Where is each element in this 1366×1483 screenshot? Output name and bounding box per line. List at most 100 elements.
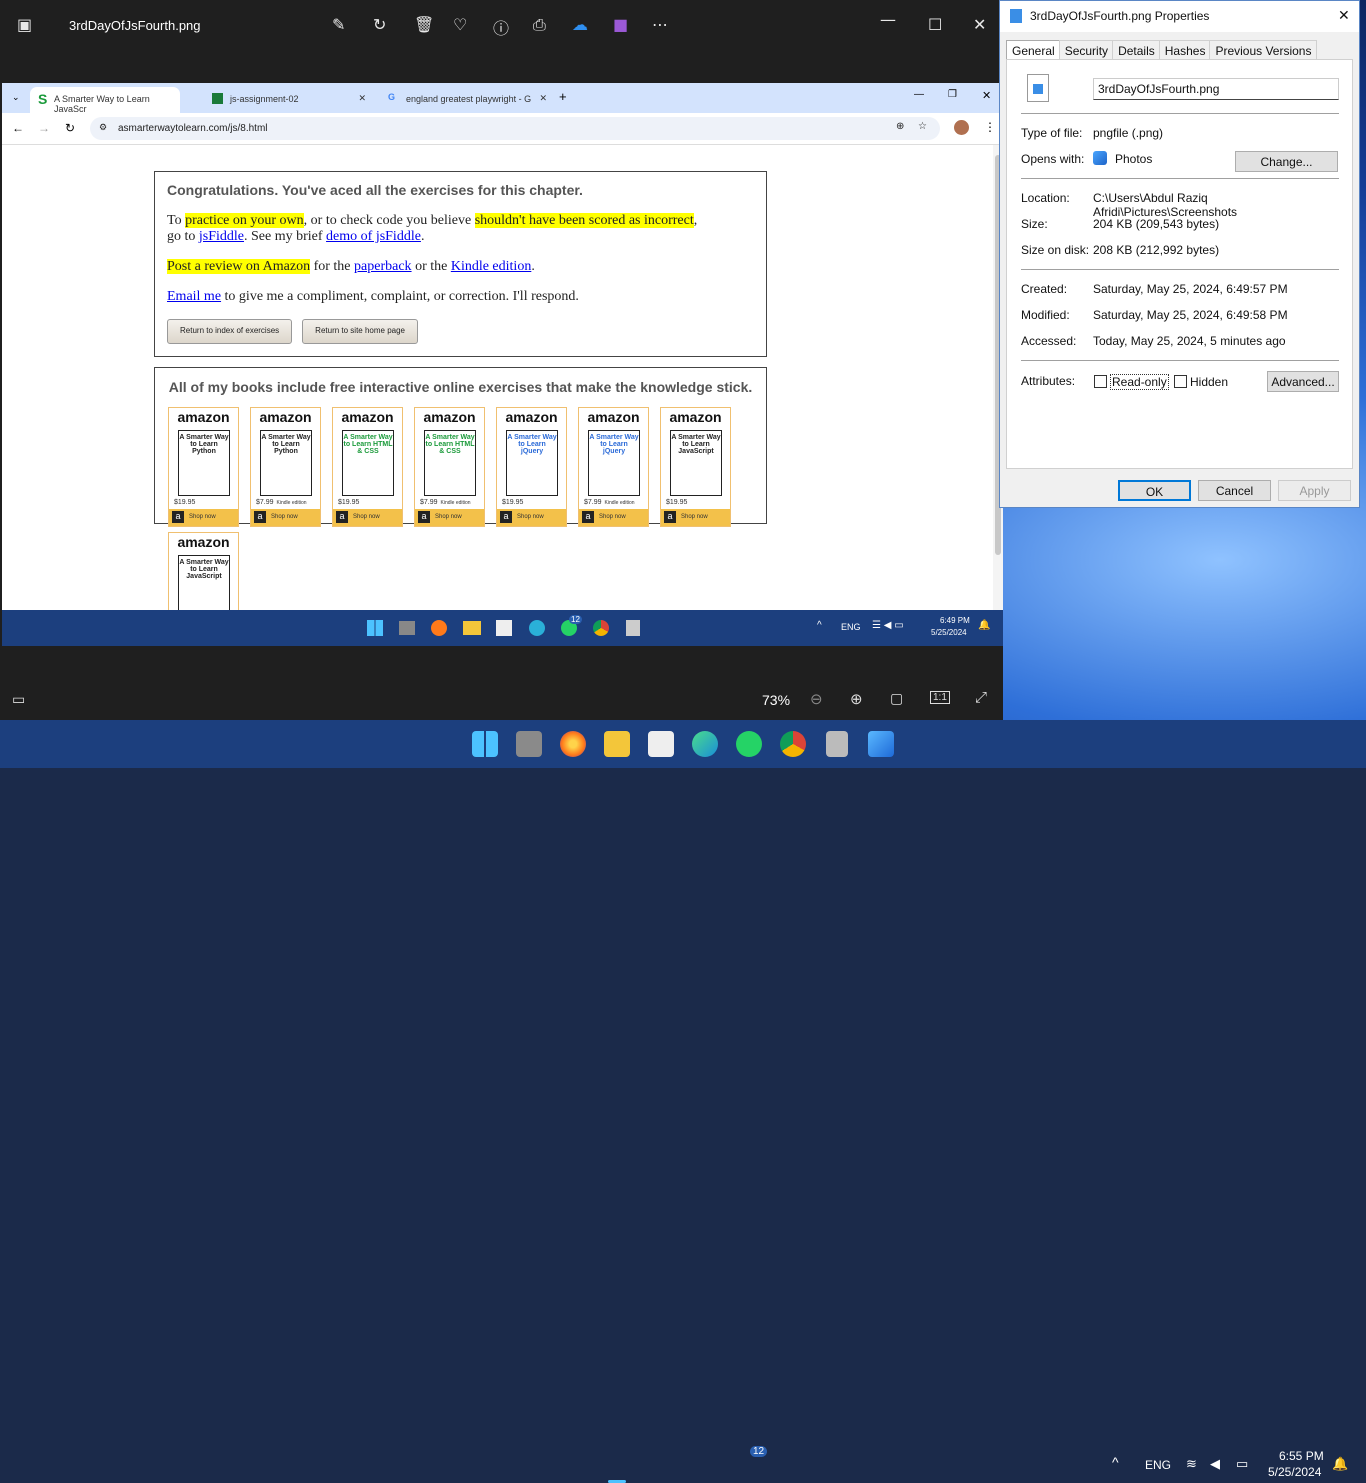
battery-icon[interactable]: ▭: [1236, 1456, 1248, 1472]
close-icon[interactable]: ✕: [973, 15, 986, 34]
calendar-icon[interactable]: [648, 731, 674, 757]
jsfiddle-link[interactable]: jsFiddle: [199, 229, 244, 244]
browser-menu-icon[interactable]: ⋮: [984, 120, 996, 134]
zoom-out-icon[interactable]: ⊖: [810, 690, 823, 708]
hidden-checkbox[interactable]: [1174, 375, 1187, 388]
email-me-link[interactable]: Email me: [167, 289, 221, 304]
tab-close-icon[interactable]: ✕: [539, 93, 547, 104]
text: or the: [411, 259, 451, 274]
kindle-edition-link[interactable]: Kindle edition: [451, 259, 532, 274]
rotate-icon[interactable]: ↻: [373, 15, 386, 34]
book-card[interactable]: amazon A Smarter Way to Learn jQuery $19.9…: [496, 407, 567, 527]
shop-now-button[interactable]: Shop now: [251, 509, 320, 526]
whatsapp-icon[interactable]: [736, 731, 762, 757]
bookmark-star-icon[interactable]: ☆: [918, 121, 927, 132]
info-icon[interactable]: ⓘ: [493, 15, 509, 39]
gallery-icon[interactable]: ▣: [17, 15, 32, 34]
book-card[interactable]: amazon A Smarter Way to Learn HTML & CSS $…: [332, 407, 403, 527]
review-paragraph: Post a review on Amazon for the paperbac…: [167, 259, 754, 275]
tab-hashes[interactable]: Hashes: [1158, 40, 1212, 60]
browser-close-icon[interactable]: ✕: [982, 89, 991, 102]
tray-chevron-icon[interactable]: ^: [1112, 1454, 1119, 1470]
browser-minimize-icon[interactable]: —: [914, 89, 924, 100]
type-label: Type of file:: [1021, 126, 1083, 140]
tab-security[interactable]: Security: [1058, 40, 1115, 60]
book-card[interactable]: amazon A Smarter Way to Learn Python $7.99…: [250, 407, 321, 527]
book-card[interactable]: amazon A Smarter Way to Learn JavaScript: [168, 532, 239, 621]
notification-bell-icon[interactable]: 🔔: [1332, 1456, 1348, 1472]
browser-restore-icon[interactable]: ❐: [948, 89, 957, 100]
forward-icon[interactable]: →: [38, 121, 50, 135]
tab-details[interactable]: Details: [1112, 40, 1161, 60]
delete-icon[interactable]: 🗑: [414, 15, 434, 34]
shop-now-button[interactable]: Shop now: [661, 509, 730, 526]
more-options-icon[interactable]: ⋯: [652, 15, 668, 34]
return-home-button[interactable]: Return to site home page: [302, 319, 419, 344]
filename-field[interactable]: 3rdDayOfJsFourth.png: [1093, 78, 1339, 100]
advanced-button[interactable]: Advanced...: [1267, 371, 1339, 392]
tab-smarter-way[interactable]: S A Smarter Way to Learn JavaScr: [30, 87, 180, 114]
onedrive-icon[interactable]: ☁: [572, 15, 588, 34]
filmstrip-icon[interactable]: ▭: [12, 691, 25, 708]
shop-now-button[interactable]: Shop now: [333, 509, 402, 526]
book-card[interactable]: amazon A Smarter Way to Learn Python $19.9…: [168, 407, 239, 527]
volume-icon[interactable]: ◀: [1210, 1456, 1220, 1472]
edge-icon[interactable]: [692, 731, 718, 757]
clock-date[interactable]: 5/25/2024: [1268, 1465, 1321, 1479]
fullscreen-icon[interactable]: ⤢: [975, 689, 987, 706]
chrome-icon[interactable]: [780, 731, 806, 757]
tab-search-icon[interactable]: ⌄: [12, 92, 20, 103]
clock-time[interactable]: 6:55 PM: [1279, 1449, 1324, 1463]
type-value: pngfile (.png): [1093, 126, 1164, 140]
change-button[interactable]: Change...: [1235, 151, 1338, 172]
book-card[interactable]: amazon A Smarter Way to Learn JavaScript $…: [660, 407, 731, 527]
url-field[interactable]: ⚙ asmarterwaytolearn.com/js/8.html ⊕ ☆: [90, 117, 940, 140]
calculator-icon[interactable]: [826, 731, 848, 757]
favorite-icon[interactable]: ♡: [453, 15, 467, 34]
paperback-link[interactable]: paperback: [354, 259, 412, 274]
apply-button[interactable]: Apply: [1278, 480, 1351, 501]
reload-icon[interactable]: ↻: [65, 121, 75, 135]
demo-jsfiddle-link[interactable]: demo of jsFiddle: [326, 229, 421, 244]
shop-now-button[interactable]: Shop now: [169, 509, 238, 526]
minimize-icon[interactable]: —: [880, 10, 896, 29]
wifi-icon[interactable]: ≋: [1186, 1456, 1197, 1472]
start-icon[interactable]: [472, 731, 498, 757]
firefox-icon[interactable]: [560, 731, 586, 757]
amazon-logo: amazon: [587, 409, 640, 425]
dialog-close-icon[interactable]: ✕: [1338, 7, 1350, 24]
shop-now-button[interactable]: Shop now: [497, 509, 566, 526]
fit-window-icon[interactable]: ▢: [890, 690, 903, 707]
site-favicon: S: [38, 91, 48, 107]
zoom-in-icon[interactable]: ⊕: [850, 690, 863, 708]
tab-google-search[interactable]: G england greatest playwright - G ✕: [382, 87, 547, 113]
taskview-icon[interactable]: [516, 731, 542, 757]
photos-icon[interactable]: [868, 731, 894, 757]
taskview-icon: [399, 621, 415, 635]
actual-size-icon[interactable]: 1:1: [930, 691, 950, 704]
back-icon[interactable]: ←: [12, 121, 24, 135]
book-card[interactable]: amazon A Smarter Way to Learn jQuery $7.99…: [578, 407, 649, 527]
edit-image-icon[interactable]: ✎: [332, 15, 345, 34]
ok-button[interactable]: OK: [1118, 480, 1191, 501]
tab-close-icon[interactable]: ✕: [358, 93, 366, 104]
tab-js-assignment[interactable]: js-assignment-02 ✕: [206, 87, 366, 113]
properties-titlebar: 3rdDayOfJsFourth.png Properties ✕: [1000, 1, 1359, 32]
site-info-icon[interactable]: ⚙: [99, 122, 107, 133]
cancel-button[interactable]: Cancel: [1198, 480, 1271, 501]
book-card[interactable]: amazon A Smarter Way to Learn HTML & CSS $…: [414, 407, 485, 527]
shop-now-button[interactable]: Shop now: [415, 509, 484, 526]
tab-previous-versions[interactable]: Previous Versions: [1209, 40, 1318, 60]
shop-now-button[interactable]: Shop now: [579, 509, 648, 526]
new-tab-icon[interactable]: +: [559, 89, 567, 104]
clipchamp-icon[interactable]: ■: [613, 15, 628, 34]
print-icon[interactable]: ⎙: [533, 15, 546, 35]
file-explorer-icon[interactable]: [604, 731, 630, 757]
language-indicator[interactable]: ENG: [1145, 1458, 1171, 1472]
maximize-icon[interactable]: ☐: [928, 15, 942, 34]
attributes-label: Attributes:: [1021, 374, 1076, 388]
return-index-button[interactable]: Return to index of exercises: [167, 319, 293, 344]
readonly-checkbox[interactable]: [1094, 375, 1107, 388]
zoom-icon[interactable]: ⊕: [896, 121, 904, 132]
profile-avatar[interactable]: [954, 120, 969, 135]
